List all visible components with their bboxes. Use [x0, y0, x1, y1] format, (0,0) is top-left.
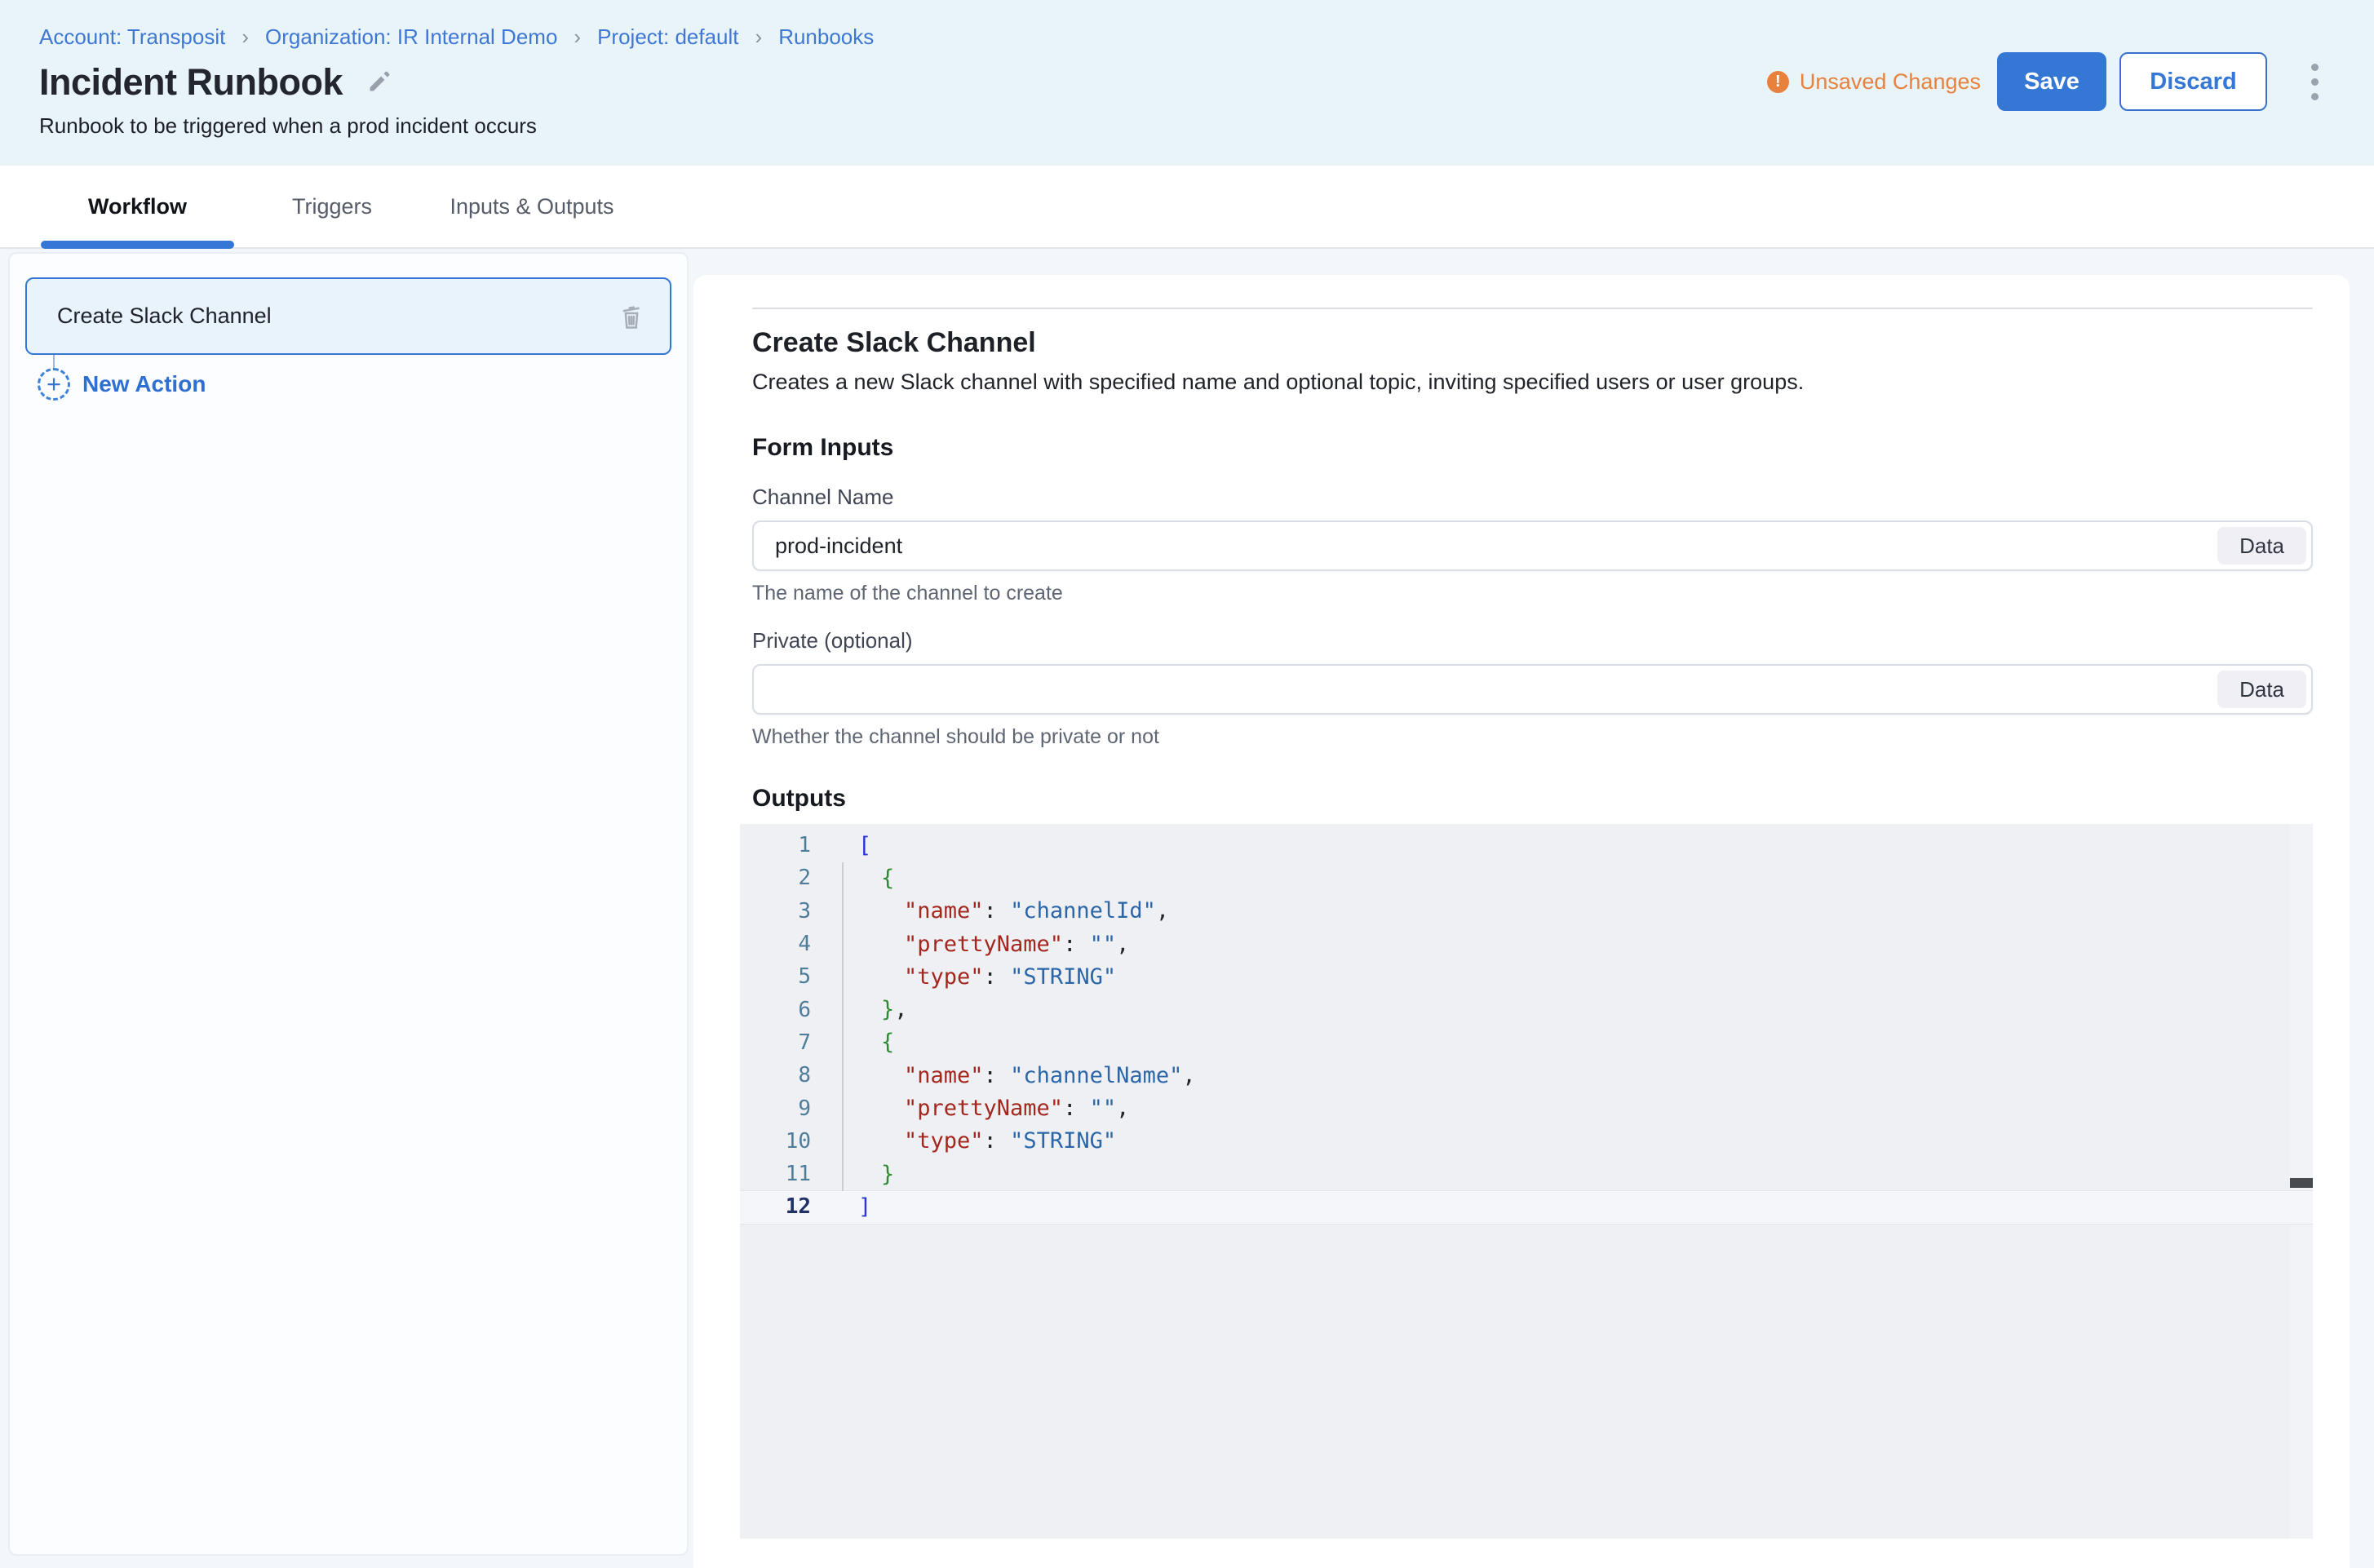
breadcrumb: Account: Transposit › Organization: IR I…	[39, 24, 2374, 50]
code-line-text: {	[824, 866, 894, 891]
breadcrumb-project[interactable]: Project: default	[597, 24, 738, 50]
action-description: Creates a new Slack channel with specifi…	[752, 370, 2313, 395]
breadcrumb-runbooks[interactable]: Runbooks	[778, 24, 874, 50]
code-line-text: "name": "channelId",	[824, 898, 1169, 924]
line-number: 8	[740, 1063, 824, 1087]
outputs-code-editor[interactable]: 1[2{3"name": "channelId",4"prettyName": …	[740, 824, 2313, 1539]
line-number: 3	[740, 899, 824, 924]
page-header: Account: Transposit › Organization: IR I…	[0, 0, 2374, 166]
line-number: 11	[740, 1162, 824, 1186]
private-data-button[interactable]: Data	[2217, 671, 2306, 708]
line-number: 6	[740, 998, 824, 1022]
line-number: 1	[740, 833, 824, 857]
save-button[interactable]: Save	[1997, 52, 2106, 111]
line-number: 9	[740, 1096, 824, 1121]
channel-name-label: Channel Name	[752, 485, 2313, 510]
line-number: 2	[740, 866, 824, 890]
code-line[interactable]: 8"name": "channelName",	[740, 1059, 2313, 1092]
code-rows: 1[2{3"name": "channelId",4"prettyName": …	[740, 824, 2313, 1224]
code-line-text: "type": "STRING"	[824, 964, 1116, 990]
action-title: Create Slack Channel	[752, 327, 2313, 359]
tab-triggers[interactable]: Triggers	[267, 166, 397, 247]
form-inputs-heading: Form Inputs	[752, 434, 2313, 462]
tab-workflow[interactable]: Workflow	[41, 166, 234, 247]
kebab-menu-icon[interactable]	[2306, 59, 2323, 105]
line-number: 10	[740, 1129, 824, 1154]
breadcrumb-organization[interactable]: Organization: IR Internal Demo	[265, 24, 557, 50]
code-line-text: {	[824, 1030, 894, 1055]
warning-icon: !	[1767, 71, 1789, 93]
private-input[interactable]	[752, 664, 2313, 715]
line-number: 12	[740, 1194, 824, 1219]
code-line[interactable]: 10"type": "STRING"	[740, 1125, 2313, 1158]
line-number: 4	[740, 932, 824, 956]
plus-circle-icon: +	[38, 368, 70, 401]
top-divider	[752, 308, 2313, 309]
code-line[interactable]: 12]	[740, 1190, 2313, 1223]
code-line[interactable]: 11}	[740, 1158, 2313, 1190]
tab-inputs-outputs[interactable]: Inputs & Outputs	[414, 166, 650, 247]
channel-name-helper: The name of the channel to create	[752, 582, 2313, 605]
code-line-text: },	[824, 997, 908, 1022]
new-action-label: New Action	[82, 371, 206, 397]
workflow-step-create-slack-channel[interactable]: Create Slack Channel	[25, 277, 671, 355]
workflow-step-label: Create Slack Channel	[57, 303, 272, 329]
code-line-text: ]	[824, 1194, 871, 1220]
status-text: Unsaved Changes	[1800, 69, 1981, 95]
code-line[interactable]: 4"prettyName": "",	[740, 928, 2313, 960]
code-line-text: "type": "STRING"	[824, 1128, 1116, 1154]
line-number: 5	[740, 964, 824, 989]
workflow-steps-panel: Create Slack Channel + New Action	[8, 252, 689, 1556]
code-line[interactable]: 9"prettyName": "",	[740, 1092, 2313, 1124]
channel-name-input[interactable]	[752, 520, 2313, 571]
private-helper: Whether the channel should be private or…	[752, 725, 2313, 749]
content-area: Create Slack Channel + New Action Create…	[0, 249, 2374, 1568]
editor-scrollbar-thumb[interactable]	[2290, 1178, 2313, 1188]
outputs-heading: Outputs	[752, 785, 2313, 813]
code-line[interactable]: 7{	[740, 1026, 2313, 1059]
code-line-text: }	[824, 1162, 894, 1187]
active-tab-indicator	[41, 241, 234, 249]
private-label: Private (optional)	[752, 628, 2313, 653]
chevron-right-icon: ›	[755, 24, 763, 50]
tab-bar: Workflow Triggers Inputs & Outputs	[0, 166, 2374, 249]
code-line[interactable]: 2{	[740, 862, 2313, 894]
line-number: 7	[740, 1030, 824, 1055]
code-line[interactable]: 1[	[740, 829, 2313, 862]
chevron-right-icon: ›	[574, 24, 581, 50]
page-subtitle: Runbook to be triggered when a prod inci…	[39, 113, 2374, 139]
unsaved-changes-status: ! Unsaved Changes	[1767, 69, 1981, 95]
code-line-text: "prettyName": "",	[824, 932, 1129, 957]
code-line[interactable]: 6},	[740, 993, 2313, 1025]
code-line-text: [	[824, 833, 871, 858]
channel-name-data-button[interactable]: Data	[2217, 527, 2306, 565]
action-detail-panel: Create Slack Channel Creates a new Slack…	[693, 275, 2350, 1568]
code-line[interactable]: 3"name": "channelId",	[740, 895, 2313, 928]
breadcrumb-account[interactable]: Account: Transposit	[39, 24, 225, 50]
code-line-text: "prettyName": "",	[824, 1096, 1129, 1121]
delete-step-trash-icon[interactable]	[616, 300, 647, 333]
step-connector-line	[53, 355, 55, 368]
code-line[interactable]: 5"type": "STRING"	[740, 960, 2313, 993]
page-title: Incident Runbook	[39, 61, 343, 104]
discard-button[interactable]: Discard	[2119, 52, 2267, 111]
new-action-button[interactable]: + New Action	[38, 368, 671, 401]
code-line-text: "name": "channelName",	[824, 1063, 1196, 1088]
chevron-right-icon: ›	[241, 24, 249, 50]
edit-title-pencil-icon[interactable]	[364, 68, 393, 97]
